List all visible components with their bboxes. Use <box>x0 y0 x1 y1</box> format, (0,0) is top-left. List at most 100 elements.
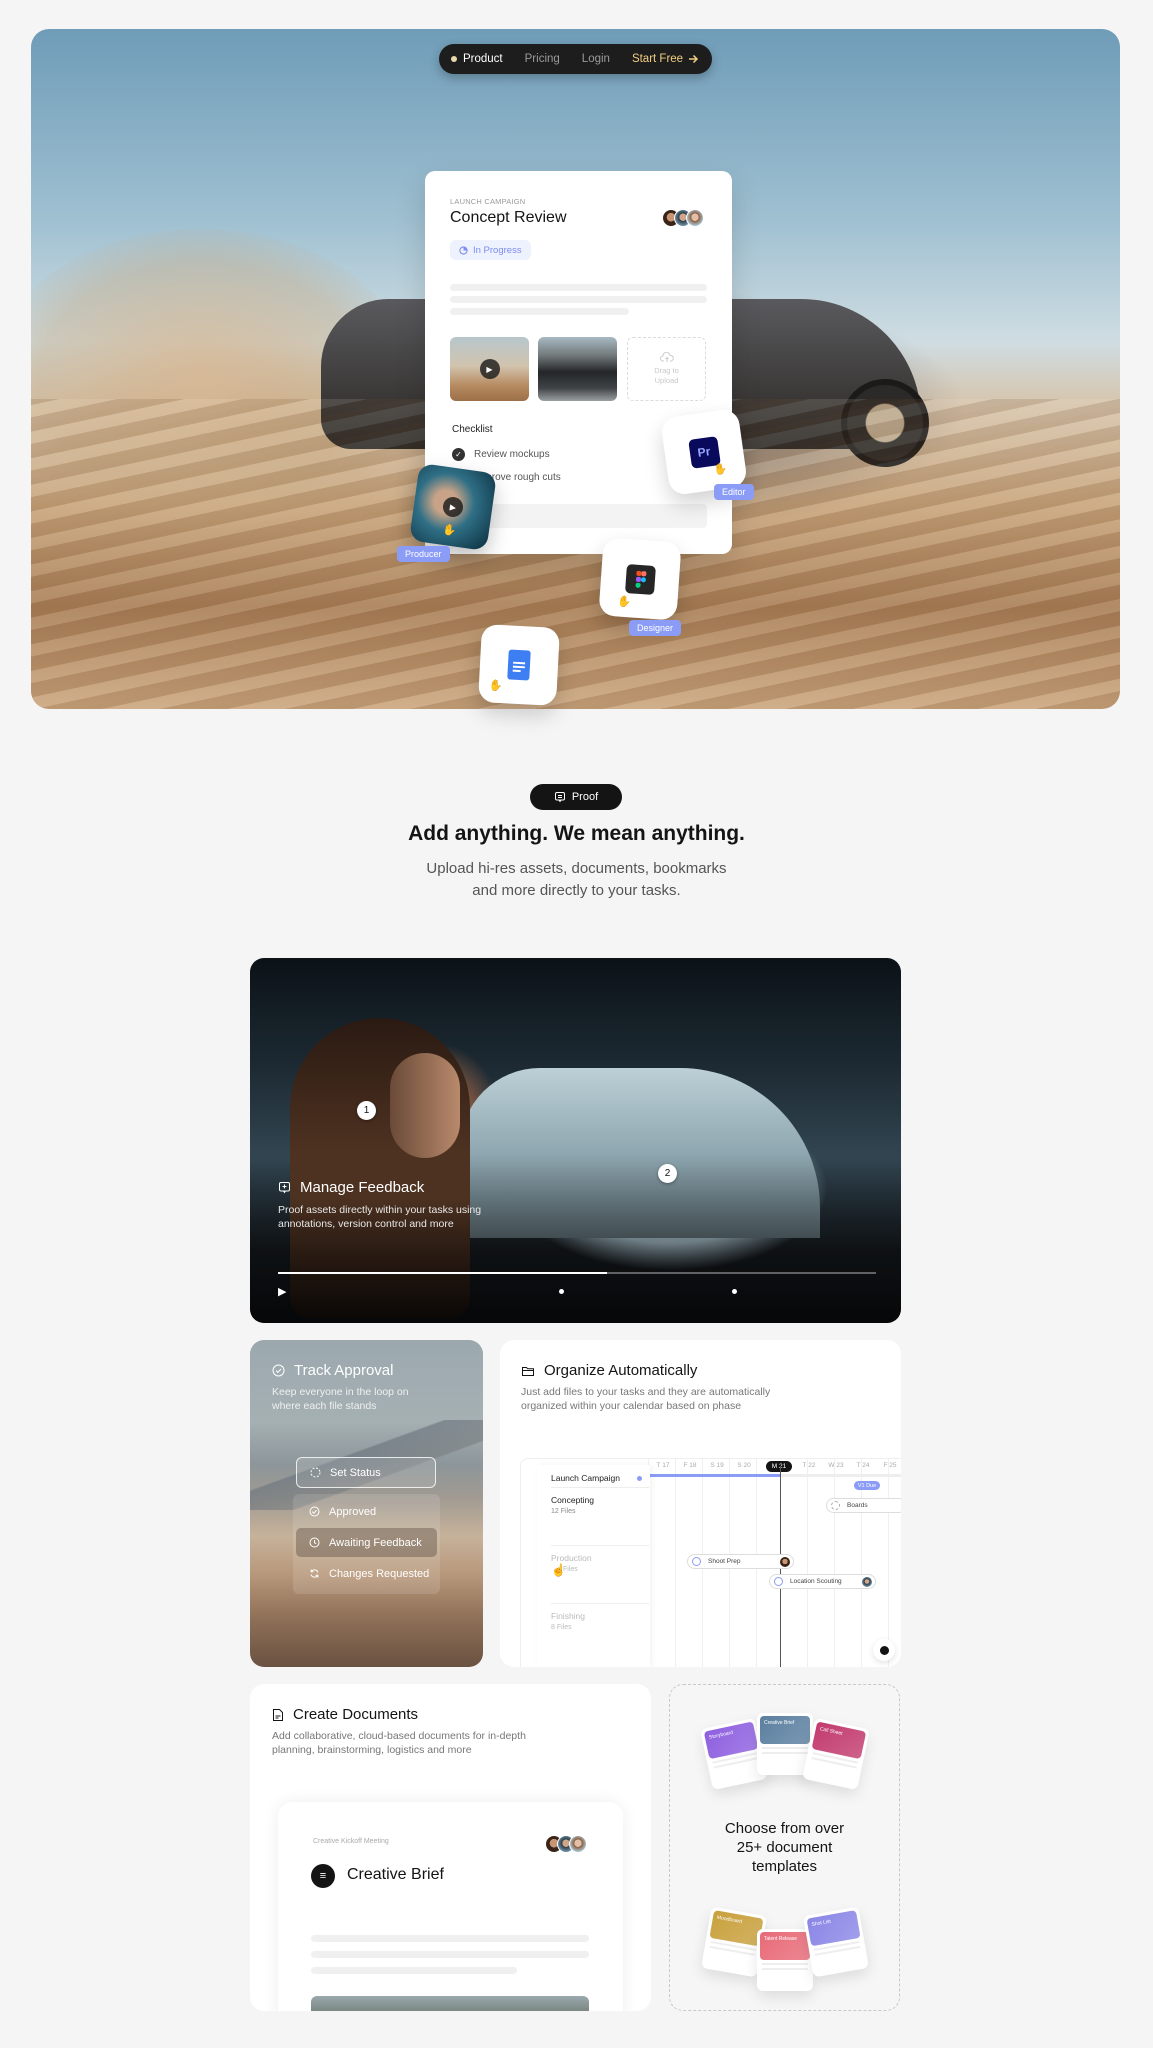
template-label: Creative Brief <box>760 1716 810 1744</box>
checklist-item[interactable]: ✓ Review mockups <box>452 448 550 461</box>
upload-dropzone[interactable]: Drag to Upload <box>627 337 706 401</box>
document-logo-icon: ≡ <box>311 1864 335 1888</box>
nav-product[interactable]: Product <box>463 53 503 65</box>
checklist-item-label: Review mockups <box>474 449 550 460</box>
check-circle-icon <box>272 1364 285 1377</box>
video-progress-bar[interactable] <box>278 1272 876 1274</box>
upload-label-1: Drag to <box>654 366 679 375</box>
video-thumbnail[interactable]: ▶ <box>450 337 529 401</box>
document-preview[interactable]: Creative Kickoff Meeting ≡ Creative Brie… <box>278 1802 623 2011</box>
phase-finishing[interactable]: Finishing <box>551 1611 585 1621</box>
approval-title: Track Approval <box>294 1362 394 1379</box>
comment-marker[interactable] <box>559 1289 564 1294</box>
set-status-dropdown[interactable]: Set Status <box>296 1457 436 1488</box>
calendar-day[interactable]: F 18 <box>675 1462 705 1469</box>
play-icon[interactable]: ▶ <box>441 495 465 519</box>
manage-feedback-card[interactable]: 1 2 Manage Feedback Proof assets directl… <box>250 958 901 1323</box>
calendar-day[interactable]: S 20 <box>729 1462 759 1469</box>
calendar-day[interactable]: T 17 <box>648 1462 678 1469</box>
template-thumbnail[interactable]: Talent Release <box>757 1929 813 1991</box>
phase-production[interactable]: Production <box>551 1553 592 1563</box>
nav-pricing[interactable]: Pricing <box>525 53 560 65</box>
avatar <box>686 209 704 227</box>
annotation-pin-1[interactable]: 1 <box>357 1101 376 1120</box>
status-option-label: Awaiting Feedback <box>329 1536 422 1549</box>
dashed-circle-icon <box>831 1501 840 1510</box>
status-option-approved[interactable]: Approved <box>296 1497 437 1526</box>
producer-video-tile[interactable]: ▶ ✋ <box>408 462 498 552</box>
progress-clock-icon <box>692 1557 701 1566</box>
task-eyebrow: LAUNCH CAMPAIGN <box>450 197 526 206</box>
phase-sidebar: Launch Campaign Concepting 12 Files Prod… <box>537 1465 650 1667</box>
status-option-awaiting-feedback[interactable]: Awaiting Feedback <box>296 1528 437 1557</box>
refresh-icon <box>310 1569 319 1578</box>
message-square-icon <box>554 792 565 803</box>
template-thumbnail[interactable]: Shot List <box>803 1906 869 1978</box>
calendar-day[interactable]: F 25 <box>875 1462 901 1469</box>
play-button[interactable]: ▶ <box>278 1285 286 1298</box>
feedback-title: Manage Feedback <box>300 1179 425 1196</box>
divider <box>551 1545 649 1546</box>
document-templates-card[interactable]: Storyboard Creative Brief Call Sheet Cho… <box>669 1684 900 2011</box>
status-option-changes-requested[interactable]: Changes Requested <box>296 1559 437 1588</box>
start-free-button[interactable]: Start Free <box>632 53 699 65</box>
caption-line: Choose from over <box>724 1820 845 1837</box>
stack-icon <box>879 1645 889 1655</box>
status-option-label: Approved <box>329 1505 377 1518</box>
grab-hand-icon: ✋ <box>488 679 503 693</box>
nav-login[interactable]: Login <box>582 53 610 65</box>
phase-file-count: 12 Files <box>551 1508 576 1515</box>
create-documents-card[interactable]: Create Documents Add collaborative, clou… <box>250 1684 651 2011</box>
calendar-timeline[interactable]: T 17 F 18 S 19 S 20 M 21 T 22 W 23 T 24 … <box>520 1458 901 1667</box>
calendar-day[interactable]: T 24 <box>848 1462 878 1469</box>
image-thumbnail[interactable] <box>538 337 617 401</box>
proof-badge-label: Proof <box>571 791 599 803</box>
skeleton-line <box>311 1935 589 1942</box>
assignee-avatars[interactable] <box>662 209 704 227</box>
event-boards[interactable]: Boards <box>826 1498 901 1513</box>
track-approval-card[interactable]: Track Approval Keep everyone in the loop… <box>250 1340 483 1667</box>
check-circle-icon[interactable]: ✓ <box>452 448 465 461</box>
document-title: Creative Brief <box>347 1866 444 1883</box>
template-thumbnail[interactable]: Call Sheet <box>802 1717 870 1791</box>
document-icon <box>273 1708 283 1721</box>
annotation-pin-2[interactable]: 2 <box>658 1164 677 1183</box>
upload-label-2: Upload <box>654 376 679 385</box>
divider <box>551 1603 649 1604</box>
template-label: Talent Release <box>760 1932 810 1960</box>
google-docs-tile[interactable]: ✋ <box>478 624 560 706</box>
document-parent-task: Creative Kickoff Meeting <box>313 1838 389 1845</box>
floating-action-button[interactable] <box>873 1639 895 1661</box>
premiere-tile[interactable]: Pr ✋ <box>659 407 749 497</box>
skeleton-line <box>450 296 707 303</box>
phase-concepting[interactable]: Concepting <box>551 1495 594 1505</box>
organize-title-row: Organize Automatically <box>521 1362 697 1379</box>
calendar-day-today[interactable]: M 21 <box>766 1461 792 1472</box>
avatar <box>569 1835 587 1853</box>
approval-description: Keep everyone in the loop on where each … <box>272 1386 409 1412</box>
start-free-label: Start Free <box>631 53 684 65</box>
calendar-day[interactable]: W 23 <box>821 1462 851 1469</box>
play-icon[interactable]: ▶ <box>479 359 500 379</box>
event-shoot-prep[interactable]: Shoot Prep <box>687 1554 794 1569</box>
role-tag-producer: Producer <box>397 546 450 562</box>
feedback-description: Proof assets directly within your tasks … <box>278 1204 482 1230</box>
arrow-right-icon <box>689 54 699 64</box>
organize-automatically-card[interactable]: Organize Automatically Just add files to… <box>500 1340 901 1667</box>
milestone-badge[interactable]: V1 Due <box>854 1481 880 1490</box>
collaborator-avatars[interactable] <box>545 1835 587 1853</box>
caption-line: 25+ document <box>736 1839 833 1856</box>
approval-title-row: Track Approval <box>272 1362 394 1379</box>
grab-hand-icon: ✋ <box>441 523 458 538</box>
comment-marker[interactable] <box>732 1289 737 1294</box>
event-location-scouting[interactable]: Location Scouting <box>769 1574 876 1589</box>
progress-clock-icon <box>774 1577 783 1586</box>
figma-tile[interactable]: ✋ <box>598 537 682 621</box>
calendar-day[interactable]: T 22 <box>794 1462 824 1469</box>
calendar-day[interactable]: S 19 <box>702 1462 732 1469</box>
project-name[interactable]: Launch Campaign <box>551 1473 620 1483</box>
set-status-label: Set Status <box>330 1466 381 1479</box>
document-cover-image <box>311 1996 589 2011</box>
status-badge[interactable]: In Progress <box>450 240 531 260</box>
message-plus-icon <box>279 1182 290 1194</box>
